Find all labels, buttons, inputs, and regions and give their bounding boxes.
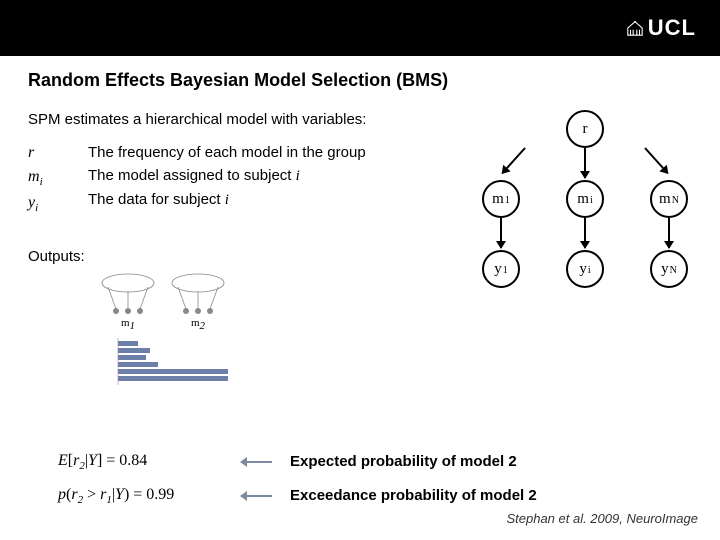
graph-edge [584, 218, 586, 248]
graph-edge [644, 147, 668, 174]
graph-node-m1: m1 [482, 180, 520, 218]
arrow-left-icon [246, 461, 272, 463]
var-desc: The frequency of each model in the group [88, 144, 366, 161]
graph-edge [500, 218, 502, 248]
hierarchical-graph: r m1 mi mN y1 yi yN [470, 110, 700, 310]
formula: E[r2|Y] = 0.84 [58, 452, 228, 472]
slide-title: Random Effects Bayesian Model Selection … [28, 70, 692, 91]
citation: Stephan et al. 2009, NeuroImage [506, 511, 698, 526]
formula: p(r2 > r1|Y) = 0.99 [58, 486, 228, 506]
header-bar: UCL [0, 0, 720, 56]
var-desc: The data for subject i [88, 191, 366, 209]
logo-text: UCL [648, 15, 696, 41]
graph-node-mi: mi [566, 180, 604, 218]
graph-node-mN: mN [650, 180, 688, 218]
graph-edge [584, 148, 586, 178]
prob-row: E[r2|Y] = 0.84 Expected probability of m… [58, 452, 692, 472]
mini-model-label: m2 [191, 317, 205, 332]
graph-node-y1: y1 [482, 250, 520, 288]
graph-edge [668, 218, 670, 248]
var-symbol: mi [28, 168, 68, 188]
arrow-left-icon [246, 495, 272, 497]
var-desc: The model assigned to subject i [88, 167, 366, 185]
mini-network-icon [98, 273, 158, 317]
dome-icon [626, 19, 644, 37]
prob-desc: Expected probability of model 2 [290, 453, 517, 470]
graph-node-r: r [566, 110, 604, 148]
mini-model-label: m1 [121, 317, 135, 332]
mini-network-icon [168, 273, 228, 317]
graph-node-yN: yN [650, 250, 688, 288]
var-symbol: yi [28, 194, 68, 214]
prob-desc: Exceedance probability of model 2 [290, 487, 537, 504]
var-symbol: r [28, 144, 68, 162]
ucl-logo: UCL [626, 15, 696, 41]
graph-edge [502, 147, 526, 174]
mini-bar-chart-icon [98, 333, 228, 423]
probability-rows: E[r2|Y] = 0.84 Expected probability of m… [28, 452, 692, 506]
prob-row: p(r2 > r1|Y) = 0.99 Exceedance probabili… [58, 486, 692, 506]
graph-node-yi: yi [566, 250, 604, 288]
